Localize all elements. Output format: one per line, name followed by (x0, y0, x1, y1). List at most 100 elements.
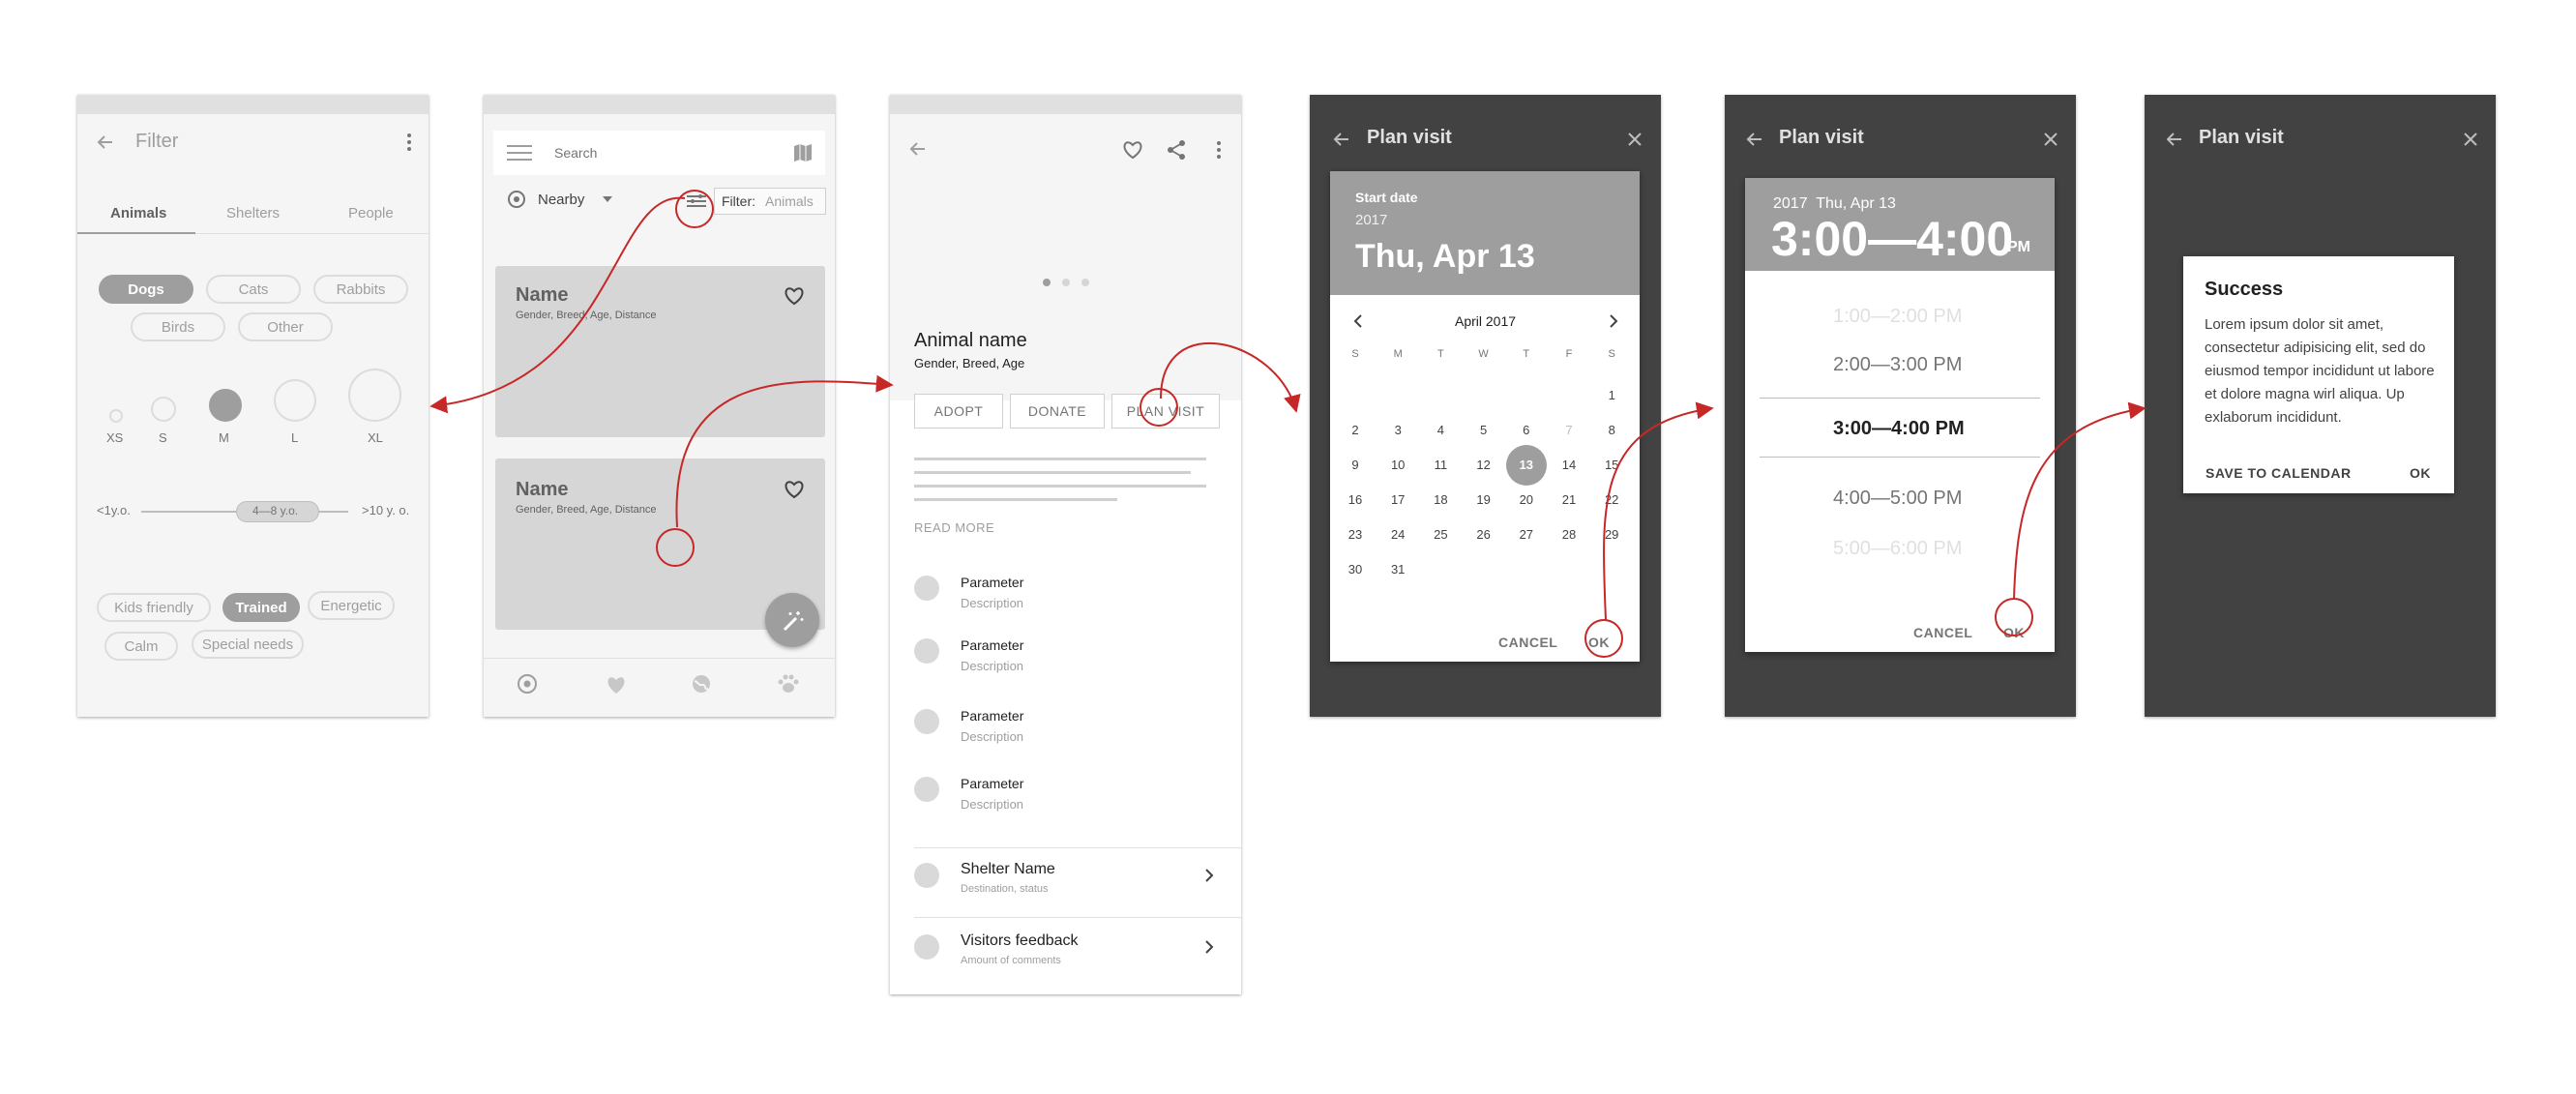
chip-other[interactable]: Other (238, 312, 333, 341)
calendar-day[interactable]: 9 (1341, 458, 1370, 472)
calendar-day-selected[interactable]: 13 (1512, 458, 1541, 472)
calendar-day[interactable]: 11 (1426, 458, 1455, 472)
chevron-right-icon[interactable] (1610, 314, 1618, 328)
map-icon[interactable] (793, 143, 813, 163)
chip-energetic[interactable]: Energetic (308, 591, 395, 620)
time-slot[interactable]: 5:00—6:00 PM (1833, 538, 1962, 560)
calendar-day[interactable]: 31 (1383, 562, 1412, 577)
heart-icon[interactable] (1122, 140, 1143, 160)
ok-button[interactable]: OK (2003, 625, 2025, 640)
calendar-day[interactable]: 24 (1383, 527, 1412, 542)
share-icon[interactable] (1167, 139, 1186, 161)
calendar-day[interactable]: 1 (1597, 388, 1626, 402)
size-xs-option[interactable] (109, 409, 123, 423)
calendar-day[interactable]: 25 (1426, 527, 1455, 542)
plan-visit-button[interactable]: PLAN VISIT (1111, 394, 1220, 429)
calendar-day[interactable]: 4 (1426, 423, 1455, 437)
calendar-day[interactable]: 7 (1554, 423, 1584, 437)
feedback-icon (914, 934, 939, 960)
calendar-day[interactable]: 15 (1597, 458, 1626, 472)
heart-nav-icon[interactable] (606, 675, 627, 695)
close-icon[interactable] (2044, 133, 2058, 146)
size-xl-option[interactable] (348, 369, 401, 422)
donate-button[interactable]: DONATE (1010, 394, 1105, 429)
calendar-day[interactable]: 8 (1597, 423, 1626, 437)
search-bar[interactable] (493, 131, 825, 175)
calendar-day[interactable]: 30 (1341, 562, 1370, 577)
back-arrow-icon[interactable] (97, 133, 114, 151)
more-vert-icon[interactable] (1216, 140, 1222, 160)
chip-cats[interactable]: Cats (206, 275, 301, 304)
calendar-day[interactable]: 27 (1512, 527, 1541, 542)
calendar-day[interactable]: 19 (1469, 492, 1498, 507)
back-arrow-icon[interactable] (1333, 131, 1350, 148)
chevron-right-icon[interactable] (1205, 940, 1214, 954)
year-label[interactable]: 2017 (1355, 212, 1387, 228)
time-slot-selected[interactable]: 3:00—4:00 PM (1833, 418, 1965, 440)
tab-animals[interactable]: Animals (110, 205, 166, 222)
more-vert-icon[interactable] (406, 133, 412, 152)
size-l-option[interactable] (274, 379, 316, 422)
chip-special-needs[interactable]: Special needs (192, 630, 304, 659)
calendar-day[interactable]: 22 (1597, 492, 1626, 507)
search-input[interactable]: Search (554, 145, 597, 161)
tab-shelters[interactable]: Shelters (226, 205, 280, 222)
chip-birds[interactable]: Birds (131, 312, 225, 341)
visitors-feedback[interactable]: Visitors feedback (961, 932, 1079, 950)
location-icon (508, 191, 525, 208)
calendar-day[interactable]: 18 (1426, 492, 1455, 507)
calendar-day[interactable]: 28 (1554, 527, 1584, 542)
adopt-button[interactable]: ADOPT (914, 394, 1003, 429)
calendar-day[interactable]: 23 (1341, 527, 1370, 542)
read-more-link[interactable]: READ MORE (914, 520, 994, 535)
chip-trained[interactable]: Trained (222, 593, 300, 622)
calendar-day[interactable]: 2 (1341, 423, 1370, 437)
plan-visit-success-screen: Plan visit Success Lorem ipsum dolor sit… (2145, 95, 2496, 717)
filter-icon[interactable] (687, 193, 706, 209)
chip-kids-friendly[interactable]: Kids friendly (97, 593, 211, 622)
calendar-day[interactable]: 12 (1469, 458, 1498, 472)
chevron-right-icon[interactable] (1205, 869, 1214, 882)
status-bar (890, 95, 1241, 114)
calendar-day[interactable]: 21 (1554, 492, 1584, 507)
calendar-day[interactable]: 26 (1469, 527, 1498, 542)
calendar-day[interactable]: 16 (1341, 492, 1370, 507)
location-nav-icon[interactable] (517, 673, 538, 695)
ok-button[interactable]: OK (1588, 635, 1610, 650)
calendar-day[interactable]: 5 (1469, 423, 1498, 437)
chip-dogs[interactable]: Dogs (99, 275, 193, 304)
back-arrow-icon[interactable] (1746, 131, 1763, 148)
cancel-button[interactable]: CANCEL (1913, 625, 1972, 640)
calendar-day[interactable]: 14 (1554, 458, 1584, 472)
heart-icon[interactable] (784, 286, 805, 306)
time-slot[interactable]: 4:00—5:00 PM (1833, 488, 1962, 510)
close-icon[interactable] (2464, 133, 2477, 146)
calendar-day[interactable]: 3 (1383, 423, 1412, 437)
size-m-option[interactable] (209, 389, 242, 422)
heart-icon[interactable] (784, 480, 805, 499)
calendar-day[interactable]: 17 (1383, 492, 1412, 507)
close-icon[interactable] (1628, 133, 1642, 146)
chevron-down-icon[interactable] (603, 196, 612, 202)
nearby-dropdown[interactable]: Nearby (538, 192, 584, 208)
calendar-day[interactable]: 29 (1597, 527, 1626, 542)
cancel-button[interactable]: CANCEL (1498, 635, 1557, 650)
calendar-day[interactable]: 20 (1512, 492, 1541, 507)
chevron-left-icon[interactable] (1353, 314, 1362, 328)
globe-nav-icon[interactable] (691, 673, 712, 695)
back-arrow-icon[interactable] (909, 140, 927, 158)
time-slot[interactable]: 2:00—3:00 PM (1833, 354, 1962, 376)
paw-nav-icon[interactable] (777, 673, 800, 695)
shelter-name[interactable]: Shelter Name (961, 861, 1055, 878)
calendar-day[interactable]: 10 (1383, 458, 1412, 472)
tab-people[interactable]: People (348, 205, 394, 222)
time-slot[interactable]: 1:00—2:00 PM (1833, 306, 1962, 328)
size-s-option[interactable] (151, 397, 176, 422)
ok-button[interactable]: OK (2410, 465, 2431, 481)
back-arrow-icon[interactable] (2166, 131, 2183, 148)
menu-icon[interactable] (507, 145, 532, 161)
chip-calm[interactable]: Calm (104, 632, 178, 661)
save-to-calendar-button[interactable]: SAVE TO CALENDAR (2206, 465, 2352, 481)
chip-rabbits[interactable]: Rabbits (313, 275, 408, 304)
calendar-day[interactable]: 6 (1512, 423, 1541, 437)
